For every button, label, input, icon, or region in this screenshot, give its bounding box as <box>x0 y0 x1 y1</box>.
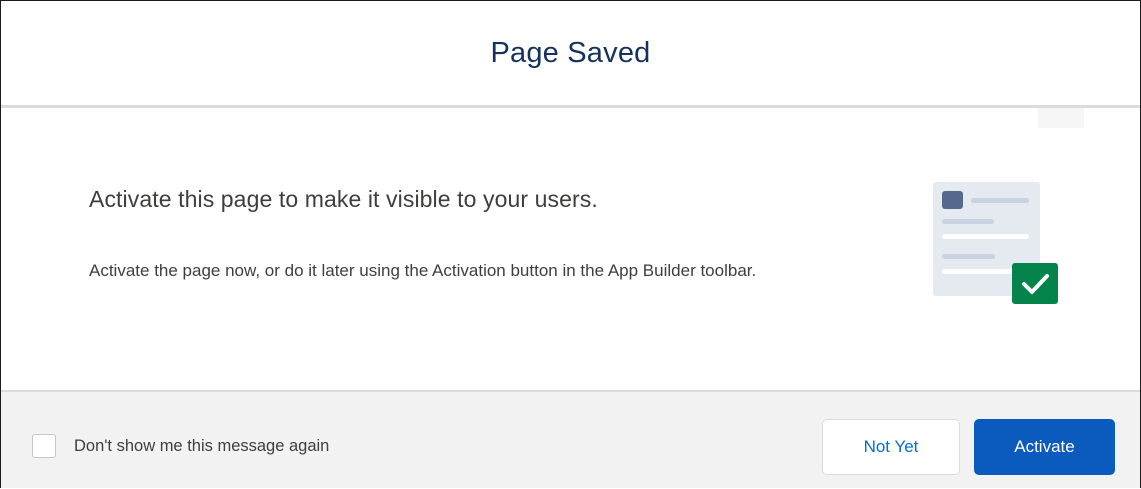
dialog-title: Page Saved <box>490 36 651 69</box>
document-line <box>942 254 995 259</box>
dialog-header: Page Saved <box>1 1 1140 108</box>
dialog-description: Activate the page now, or do it later us… <box>89 261 757 280</box>
document-line <box>942 219 994 224</box>
dont-show-again-option[interactable]: Don't show me this message again <box>32 434 329 458</box>
document-line <box>971 198 1029 203</box>
dont-show-again-checkbox[interactable] <box>32 434 56 458</box>
page-activated-illustration <box>929 180 1061 306</box>
activate-button[interactable]: Activate <box>974 419 1115 475</box>
document-line <box>942 234 1029 239</box>
document-block <box>942 191 963 209</box>
not-yet-button[interactable]: Not Yet <box>822 419 960 475</box>
dont-show-again-label: Don't show me this message again <box>74 436 330 455</box>
background-tab-fragment <box>1038 108 1084 128</box>
page-saved-dialog: Page Saved Activate this page to make it… <box>0 0 1141 488</box>
check-badge <box>1012 263 1058 304</box>
page-activated-checkmark-icon <box>933 182 1058 304</box>
dialog-footer: Don't show me this message again Not Yet… <box>1 390 1140 488</box>
dialog-body: Activate this page to make it visible to… <box>1 108 1140 391</box>
dialog-heading: Activate this page to make it visible to… <box>89 186 598 212</box>
